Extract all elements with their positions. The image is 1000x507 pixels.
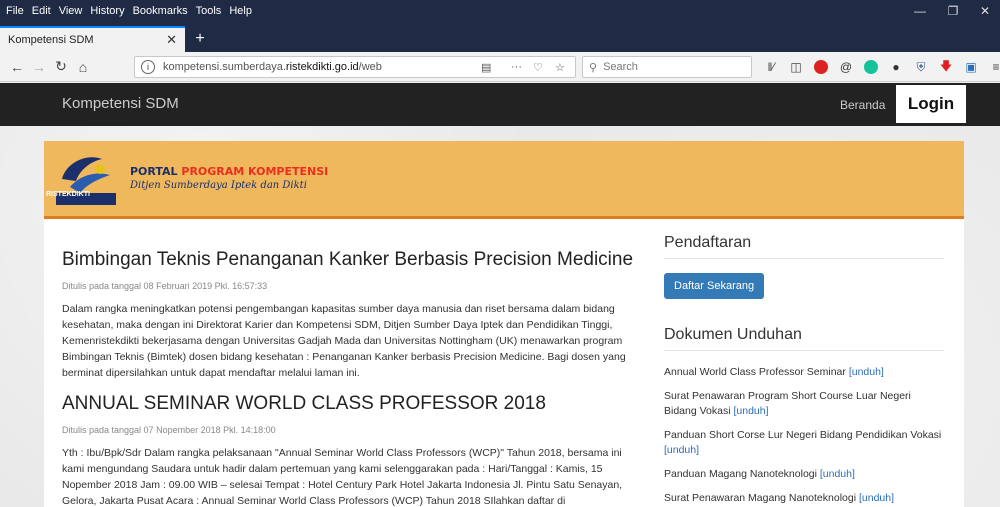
article-title[interactable]: ANNUAL SEMINAR WORLD CLASS PROFESSOR 201… <box>62 393 642 415</box>
adblock-icon[interactable] <box>810 56 832 78</box>
restore-icon[interactable]: ❐ <box>938 0 968 22</box>
menu-file[interactable]: File <box>6 5 24 17</box>
site-info-icon[interactable]: i <box>141 60 155 74</box>
menu-edit[interactable]: Edit <box>32 5 51 17</box>
extension-dots-icon[interactable]: ● <box>885 56 907 78</box>
article: ANNUAL SEMINAR WORLD CLASS PROFESSOR 201… <box>62 393 642 507</box>
reader-view-icon[interactable]: ▤ <box>481 61 491 74</box>
menu-help[interactable]: Help <box>229 5 252 17</box>
pocket-icon[interactable]: ♡ <box>533 61 543 74</box>
screenshot-icon[interactable]: ▣ <box>960 56 982 78</box>
tab-bar: Kompetensi SDM ✕ + <box>0 22 1000 52</box>
document-item: Surat Penawaran Magang Nanoteknologi [un… <box>664 492 895 504</box>
menu-icon[interactable]: ≡ <box>985 56 1000 78</box>
portal-title: PORTAL PROGRAM KOMPETENSI <box>130 165 329 178</box>
close-tab-icon[interactable]: ✕ <box>166 32 177 48</box>
menu-tools[interactable]: Tools <box>196 5 222 17</box>
url-bar[interactable]: i kompetensi.sumberdaya.ristekdikti.go.i… <box>134 56 576 78</box>
extension-at-icon[interactable]: @ <box>835 56 857 78</box>
article-body: Dalam rangka meningkatkan potensi pengem… <box>62 303 626 379</box>
nav-home-link[interactable]: Beranda <box>840 98 885 112</box>
browser-menubar: File Edit View History Bookmarks Tools H… <box>0 0 1000 22</box>
dokumen-heading: Dokumen Unduhan <box>664 326 944 351</box>
site-navbar: Kompetensi SDM Beranda Login <box>0 83 1000 126</box>
download-link[interactable]: [unduh] <box>849 366 884 378</box>
document-item: Annual World Class Professor Seminar [un… <box>664 366 884 378</box>
url-text: kompetensi.sumberdaya.ristekdikti.go.id/… <box>163 61 382 73</box>
register-button[interactable]: Daftar Sekarang <box>664 273 765 299</box>
ristekdikti-logo <box>56 157 116 205</box>
download-link[interactable]: [unduh] <box>664 444 699 456</box>
download-link[interactable]: [unduh] <box>859 492 894 504</box>
web-page: Kompetensi SDM Beranda Login RISTEKDIKTI… <box>0 83 1000 507</box>
new-tab-icon[interactable]: + <box>190 30 210 48</box>
menu-bookmarks[interactable]: Bookmarks <box>133 5 188 17</box>
document-item: Panduan Short Corse Lur Negeri Bidang Pe… <box>664 429 942 456</box>
search-placeholder: Search <box>603 61 638 73</box>
article-title[interactable]: Bimbingan Teknis Penanganan Kanker Berba… <box>62 249 642 271</box>
article: Bimbingan Teknis Penanganan Kanker Berba… <box>62 249 642 381</box>
back-icon[interactable]: ← <box>6 56 28 78</box>
library-icon[interactable]: ‖⁄ <box>760 56 782 78</box>
reload-icon[interactable]: ↻ <box>50 56 72 78</box>
menu-history[interactable]: History <box>90 5 124 17</box>
grammarly-icon[interactable] <box>860 56 882 78</box>
tab-title: Kompetensi SDM <box>8 34 94 46</box>
site-brand[interactable]: Kompetensi SDM <box>62 95 179 112</box>
home-icon[interactable]: ⌂ <box>72 56 94 78</box>
login-button[interactable]: Login <box>896 85 966 123</box>
article-list: Bimbingan Teknis Penanganan Kanker Berba… <box>62 229 642 507</box>
menu-view[interactable]: View <box>59 5 83 17</box>
download-arrow-icon[interactable]: 🡇 <box>935 56 957 78</box>
download-link[interactable]: [unduh] <box>820 468 855 480</box>
toolbar-icons: ‖⁄ ◫ @ ● ⛨ 🡇 ▣ ≡ <box>760 56 1000 78</box>
sidebar-icon[interactable]: ◫ <box>785 56 807 78</box>
pendaftaran-heading: Pendaftaran <box>664 234 944 259</box>
bookmark-star-icon[interactable]: ☆ <box>555 61 565 74</box>
close-window-icon[interactable]: ✕ <box>970 0 1000 22</box>
article-date: Ditulis pada tanggal 07 Nopember 2018 Pk… <box>62 425 276 435</box>
portal-banner: RISTEKDIKTI PORTAL PROGRAM KOMPETENSI Di… <box>44 141 964 219</box>
document-item: Panduan Magang Nanoteknologi [unduh] <box>664 468 855 480</box>
article-body: Yth : Ibu/Bpk/Sdr Dalam rangka pelaksana… <box>62 447 623 507</box>
minimize-icon[interactable]: — <box>905 0 935 22</box>
logo-text: RISTEKDIKTI <box>46 191 90 198</box>
download-link[interactable]: [unduh] <box>733 405 768 417</box>
portal-subtitle: Ditjen Sumberdaya Iptek dan Dikti <box>130 180 307 191</box>
shield-icon[interactable]: ⛨ <box>910 56 932 78</box>
page-actions-icon[interactable]: ··· <box>511 61 522 73</box>
document-item: Surat Penawaran Program Short Course Lua… <box>664 390 911 417</box>
nav-bar: ← → ↻ ⌂ i kompetensi.sumberdaya.ristekdi… <box>0 52 1000 82</box>
content-container: RISTEKDIKTI PORTAL PROGRAM KOMPETENSI Di… <box>44 141 964 507</box>
search-input[interactable]: ⚲ Search <box>582 56 752 78</box>
forward-icon[interactable]: → <box>28 56 50 78</box>
article-date: Ditulis pada tanggal 08 Februari 2019 Pk… <box>62 281 268 291</box>
sidebar: Pendaftaran Daftar Sekarang Dokumen Undu… <box>664 229 944 507</box>
search-icon: ⚲ <box>589 61 598 74</box>
tab-kompetensi[interactable]: Kompetensi SDM ✕ <box>0 26 185 52</box>
